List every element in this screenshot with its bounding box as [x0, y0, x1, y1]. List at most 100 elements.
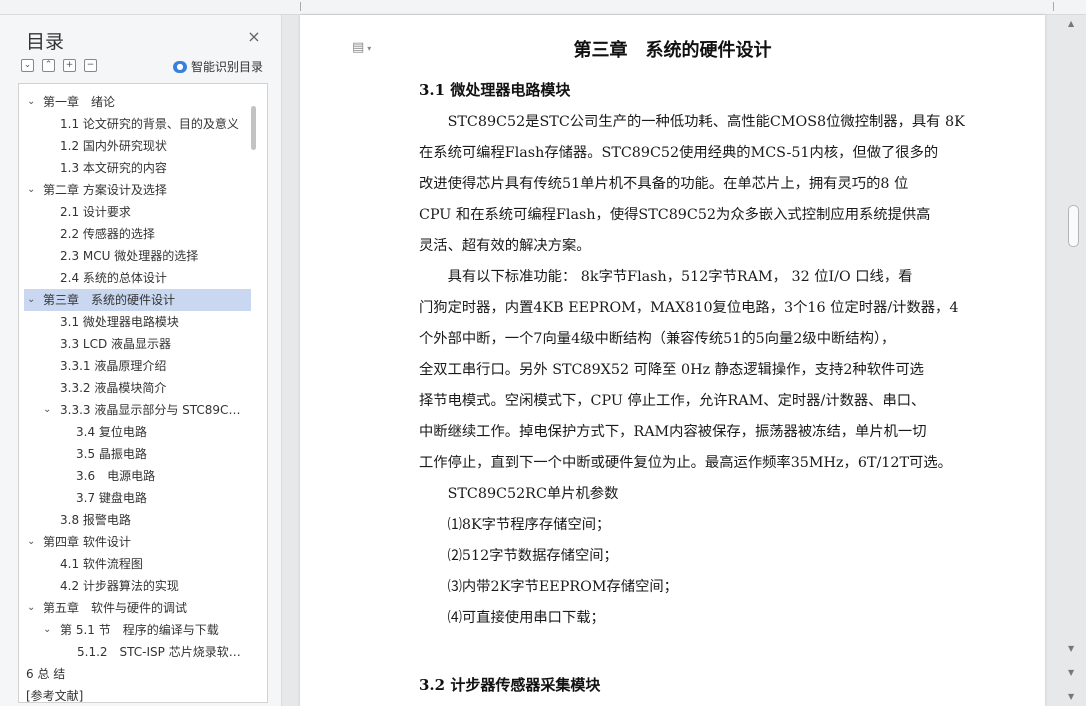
body-line: 个外部中断，一个7向量4级中断结构（兼容传统51的5向量2级中断结构），	[419, 331, 896, 347]
body-line: 门狗定时器，内置4KB EEPROM，MAX810复位电路，3个16 位定时器/…	[419, 300, 959, 316]
toc-item[interactable]: ⌄ 第五章 软件与硬件的调试	[19, 597, 251, 619]
toc-item[interactable]: ⌄ 第二章 方案设计及选择	[19, 179, 251, 201]
toc-item[interactable]: 1.3 本文研究的内容	[19, 157, 251, 179]
toc-item-label: 5.1.2 STC-ISP 芯片烧录软件介绍	[77, 645, 247, 659]
toc-item-label: 第五章 软件与硬件的调试	[43, 601, 188, 615]
document-area: ▤ ▾ 第三章 系统的硬件设计 3.1 微处理器电路模块 STC89C52是STC…	[283, 15, 1086, 706]
toc-tree: ⌄ 第一章 绪论 1.1 论文研究的背景、目的及意义 1.2 国内外研究现状 1.3 本…	[18, 83, 268, 703]
toc-item[interactable]: ⌄ 3.3.3 液晶显示部分与 STC89C52 的接口	[19, 399, 251, 421]
toc-item-label: 第 5.1 节 程序的编译与下载	[60, 623, 219, 637]
toc-item[interactable]: 2.4 系统的总体设计	[19, 267, 251, 289]
section-heading-3-2: 3.2 计步器传感器采集模块	[419, 676, 601, 694]
toc-item[interactable]: 3.6 电源电路	[19, 465, 251, 487]
smart-toc-label: 智能识别目录	[191, 60, 264, 74]
scroll-down-icon[interactable]: ▼	[1068, 644, 1074, 653]
body-line: STC89C52RC单片机参数	[419, 486, 619, 502]
toc-item[interactable]: 1.2 国内外研究现状	[19, 135, 251, 157]
document-page: ▤ ▾ 第三章 系统的硬件设计 3.1 微处理器电路模块 STC89C52是STC…	[300, 15, 1045, 706]
toc-item[interactable]: ⌄ 第三章 系统的硬件设计	[24, 289, 251, 311]
toc-item[interactable]: 3.3 LCD 液晶显示器	[19, 333, 251, 355]
toc-item[interactable]: 3.7 键盘电路	[19, 487, 251, 509]
toc-item-label: 3.3 LCD 液晶显示器	[60, 337, 172, 351]
toc-item[interactable]: 2.3 MCU 微处理器的选择	[19, 245, 251, 267]
document-scrollbar-thumb[interactable]	[1068, 205, 1079, 247]
toc-list: ⌄ 第一章 绪论 1.1 论文研究的背景、目的及意义 1.2 国内外研究现状 1.3 本…	[19, 91, 251, 703]
body-line: 灵活、超有效的解决方案。	[419, 238, 591, 254]
navigation-pane: 目录 × ⌄ ⌃ + − ● 智能识别目录 ⌄ 第一章 绪论 1.1 论文研究的背景…	[0, 15, 282, 706]
toc-item[interactable]: 3.8 报警电路	[19, 509, 251, 531]
scroll-up-icon[interactable]: ▲	[1068, 19, 1074, 28]
section-heading-3-1: 3.1 微处理器电路模块	[419, 81, 571, 99]
toc-item[interactable]: 3.3.2 液晶模块简介	[19, 377, 251, 399]
ruler-mark	[1053, 2, 1054, 11]
toc-item-label: 第四章 软件设计	[43, 535, 131, 549]
toc-item-label: 2.4 系统的总体设计	[60, 271, 167, 285]
page-down-icon[interactable]: ▼	[1068, 668, 1074, 677]
toc-item[interactable]: 4.2 计步器算法的实现	[19, 575, 251, 597]
chevron-down-icon[interactable]: ⌄	[27, 91, 37, 107]
toc-item[interactable]: 2.2 传感器的选择	[19, 223, 251, 245]
toc-item-label: 3.3.3 液晶显示部分与 STC89C52 的接口	[60, 403, 247, 417]
toc-item[interactable]: 3.5 晶振电路	[19, 443, 251, 465]
add-heading-button[interactable]: +	[63, 59, 76, 72]
toc-item-label: [参考文献]	[26, 689, 84, 703]
chapter-title: 第三章 系统的硬件设计	[573, 40, 772, 61]
toc-item-label: 6 总 结	[26, 667, 66, 681]
chevron-down-icon[interactable]: ⌄	[43, 399, 53, 415]
toc-item-label: 3.7 键盘电路	[76, 491, 147, 505]
toc-item[interactable]: ⌄ 第一章 绪论	[19, 91, 251, 113]
toc-item-label: 3.8 报警电路	[60, 513, 131, 527]
toc-item[interactable]: 6 总 结	[19, 663, 251, 685]
toc-item-label: 第二章 方案设计及选择	[43, 183, 167, 197]
toc-item[interactable]: 3.1 微处理器电路模块	[19, 311, 251, 333]
toc-item[interactable]: [参考文献]	[19, 685, 251, 703]
nav-title: 目录	[26, 31, 65, 53]
toc-item-label: 3.3.1 液晶原理介绍	[60, 359, 167, 373]
toc-item-label: 3.1 微处理器电路模块	[60, 315, 179, 329]
toc-item-label: 4.1 软件流程图	[60, 557, 143, 571]
toc-item-label: 3.3.2 液晶模块简介	[60, 381, 167, 395]
expand-all-button[interactable]: ⌄	[21, 59, 34, 72]
toc-item[interactable]: 3.3.1 液晶原理介绍	[19, 355, 251, 377]
body-line: ⑶内带2K字节EEPROM存储空间；	[419, 579, 678, 595]
toc-item[interactable]: 4.1 软件流程图	[19, 553, 251, 575]
toc-item-label: 第三章 系统的硬件设计	[43, 293, 176, 307]
toc-item[interactable]: ⌄ 第 5.1 节 程序的编译与下载	[19, 619, 251, 641]
chevron-down-icon[interactable]: ⌄	[27, 179, 37, 195]
body-line: 改进使得芯片具有传统51单片机不具备的功能。在单芯片上，拥有灵巧的8 位	[419, 176, 909, 192]
body-line: 在系统可编程Flash存储器。STC89C52使用经典的MCS-51内核，但做了…	[419, 145, 939, 161]
toc-item-label: 3.6 电源电路	[76, 469, 156, 483]
ruler-mark	[300, 2, 301, 11]
body-line: 工作停止，直到下一个中断或硬件复位为止。最高运作频率35MHz，6T/12T可选…	[419, 455, 952, 471]
body-line: 具有以下标准功能： 8k字节Flash，512字节RAM， 32 位I/O 口线…	[419, 269, 913, 285]
chevron-down-icon[interactable]: ⌄	[43, 619, 53, 635]
toc-controls: ⌄ ⌃ + −	[21, 59, 97, 72]
toc-item-label: 4.2 计步器算法的实现	[60, 579, 179, 593]
toc-item[interactable]: 5.1.2 STC-ISP 芯片烧录软件介绍	[19, 641, 251, 663]
body-line: CPU 和在系统可编程Flash，使得STC89C52为众多嵌入式控制应用系统提…	[419, 207, 931, 223]
toc-item[interactable]: 2.1 设计要求	[19, 201, 251, 223]
smart-toc-icon: ●	[173, 60, 187, 73]
toc-item-label: 1.2 国内外研究现状	[60, 139, 167, 153]
toc-item[interactable]: ⌄ 第四章 软件设计	[19, 531, 251, 553]
toc-item-label: 第一章 绪论	[43, 95, 116, 109]
toc-item-label: 2.3 MCU 微处理器的选择	[60, 249, 199, 263]
remove-heading-button[interactable]: −	[84, 59, 97, 72]
body-line: STC89C52是STC公司生产的一种低功耗、高性能CMOS8位微控制器，具有 …	[419, 114, 965, 130]
smart-toc-button[interactable]: ● 智能识别目录	[173, 58, 263, 75]
close-icon[interactable]: ×	[246, 29, 262, 45]
toc-item[interactable]: 3.4 复位电路	[19, 421, 251, 443]
chevron-down-icon[interactable]: ⌄	[27, 597, 37, 613]
body-line: ⑵512字节数据存储空间；	[419, 548, 618, 564]
toc-scrollbar[interactable]	[251, 106, 256, 150]
chevron-down-icon[interactable]: ⌄	[27, 531, 37, 547]
chevron-down-icon[interactable]: ⌄	[27, 289, 37, 305]
body-line: 中断继续工作。掉电保护方式下，RAM内容被保存，振荡器被冻结，单片机一切	[419, 424, 927, 440]
toc-item-label: 2.2 传感器的选择	[60, 227, 155, 241]
collapse-all-button[interactable]: ⌃	[42, 59, 55, 72]
page-end-icon[interactable]: ▼	[1068, 692, 1074, 701]
toc-item[interactable]: 1.1 论文研究的背景、目的及意义	[19, 113, 251, 135]
top-ruler-bar	[0, 0, 1086, 15]
toc-item-label: 1.1 论文研究的背景、目的及意义	[60, 117, 239, 131]
body-line: 全双工串行口。另外 STC89X52 可降至 0Hz 静态逻辑操作，支持2种软件…	[419, 362, 924, 378]
